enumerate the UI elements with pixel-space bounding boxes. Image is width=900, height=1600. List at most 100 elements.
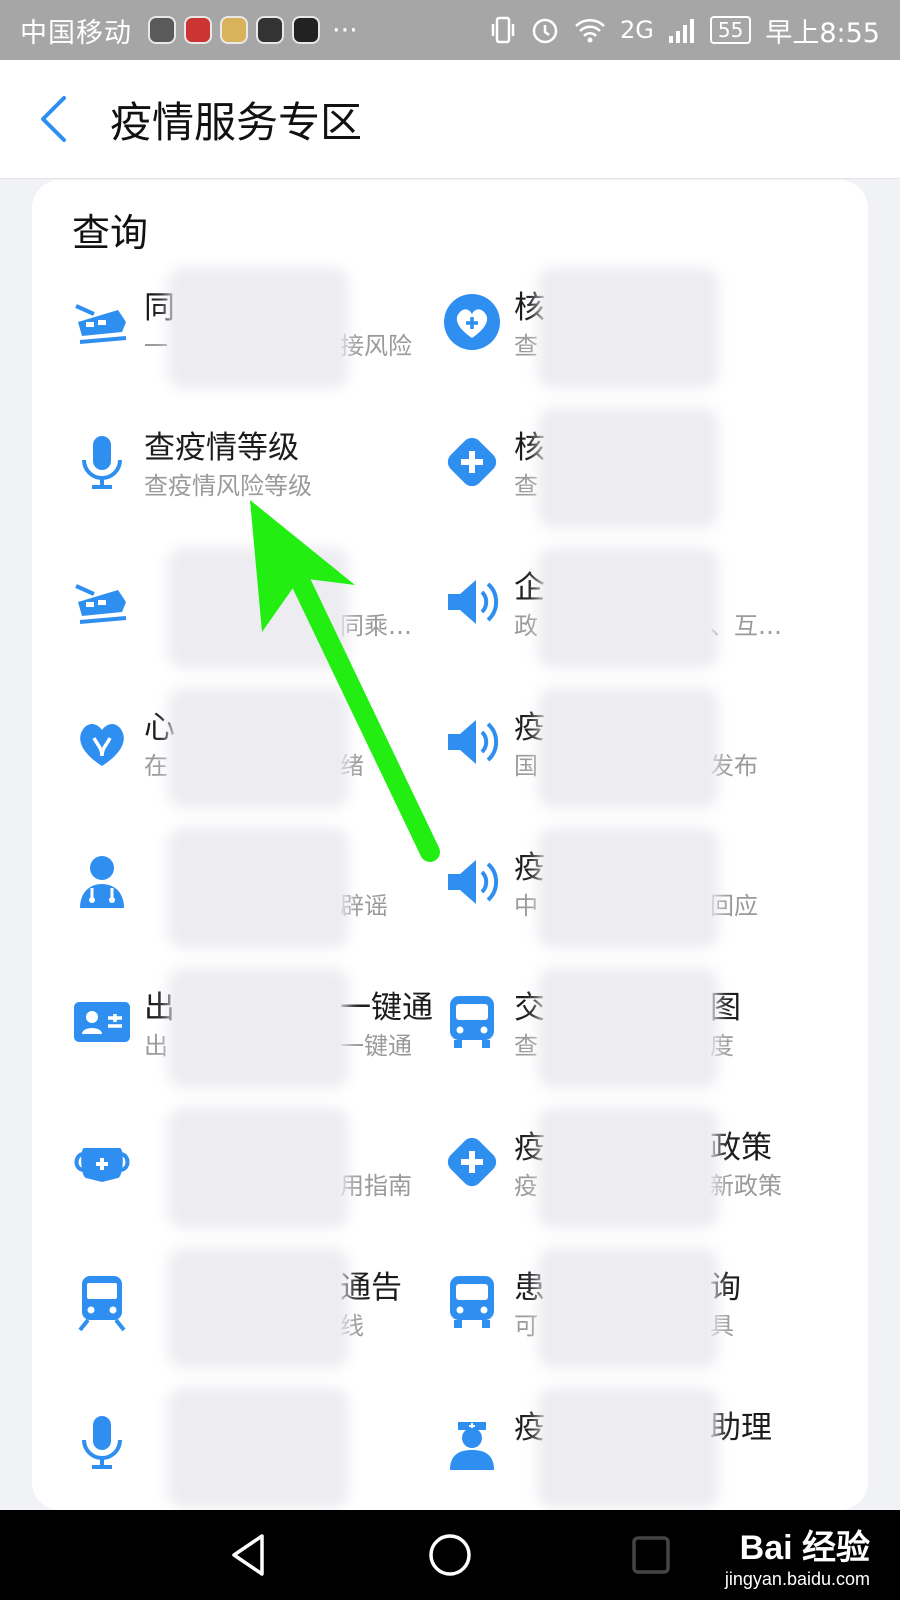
service-item[interactable]: 核查 (402, 270, 802, 390)
blurred-region (548, 1398, 708, 1498)
service-item-subtitle-tail: 度 (710, 1032, 734, 1060)
service-item-title: 患 (514, 1270, 545, 1306)
service-item-subtitle-tail: 绪 (340, 752, 364, 780)
service-item-title: 企 (514, 570, 545, 606)
mask-icon (72, 1132, 132, 1192)
blurred-region (548, 698, 708, 798)
service-item-title-tail: 助理 (710, 1410, 772, 1446)
blurred-region (548, 278, 708, 378)
network-type: 2G (620, 16, 654, 44)
bus-icon (442, 1272, 502, 1332)
notification-icons (148, 16, 320, 44)
recents-nav-icon[interactable] (628, 1532, 674, 1578)
service-item-subtitle: 查 (514, 472, 538, 500)
vibrate-icon (491, 16, 515, 44)
blurred-region (178, 1398, 338, 1498)
service-item[interactable]: 疫国 发布 (402, 690, 802, 810)
status-bar: 中国移动 ··· 2G 55 早上8:55 (0, 0, 900, 60)
signal-icon (668, 19, 694, 43)
service-item[interactable]: 心在 绪 (32, 690, 432, 810)
service-item-title: 疫 (514, 850, 545, 886)
blurred-region (548, 1258, 708, 1358)
blurred-region (178, 838, 338, 938)
blurred-region (548, 838, 708, 938)
clock: 早上8:55 (765, 17, 880, 49)
app-notification-icon (148, 16, 176, 44)
chevron-left-icon (41, 96, 66, 142)
wifi-icon (575, 19, 605, 43)
service-item[interactable]: 企政 、互… (402, 550, 802, 670)
back-button[interactable] (38, 89, 78, 149)
alarm-icon (532, 18, 558, 44)
service-item-title: 查疫情等级 (144, 430, 299, 466)
app-notification-icon (184, 16, 212, 44)
blurred-region (178, 278, 338, 378)
more-notifications: ··· (332, 14, 358, 46)
service-item[interactable]: 患可 询具 (402, 1250, 802, 1370)
service-item-title-tail: 政策 (710, 1130, 772, 1166)
medical-cross-icon (442, 1132, 502, 1192)
section-title: 查询 (72, 211, 149, 255)
medical-cross-icon (442, 432, 502, 492)
service-item-title: 同 (144, 290, 175, 326)
service-item-title-tail: 图 (710, 990, 741, 1026)
service-item-subtitle-tail: 线 (340, 1312, 364, 1340)
service-item[interactable]: 疫 助理 (402, 1390, 802, 1510)
blurred-region (178, 558, 338, 658)
service-item[interactable]: 出出一键通 一键通 (32, 970, 433, 1090)
service-item[interactable]: 疫中 回应 (402, 830, 802, 950)
watermark-logo-text: Bai 经验 (739, 1529, 870, 1567)
service-item-title: 疫 (514, 1410, 545, 1446)
service-item-title: 核 (514, 430, 545, 466)
service-item[interactable]: 用指南 (32, 1110, 432, 1230)
metro-icon (72, 1272, 132, 1332)
speaker-icon (442, 712, 502, 772)
home-nav-icon[interactable] (427, 1532, 473, 1578)
service-item-subtitle: 查疫情风险等级 (144, 472, 312, 500)
service-item-title: 交 (514, 990, 545, 1026)
service-item-subtitle-tail: 发布 (710, 752, 758, 780)
service-item-title: 心 (144, 710, 175, 746)
service-item[interactable]: 交查 图度 (402, 970, 802, 1090)
service-item[interactable]: 同乘… (32, 550, 432, 670)
header-bar: 疫情服务专区 (0, 60, 900, 179)
service-item-title: 疫 (514, 1130, 545, 1166)
service-item[interactable]: 同一接风险 (32, 270, 432, 390)
page-title: 疫情服务专区 (110, 97, 363, 147)
watermark-url: jingyan.baidu.com (724, 1569, 870, 1589)
service-item-subtitle: 国 (514, 752, 538, 780)
service-item-subtitle: 出 (144, 1032, 168, 1060)
service-item-title: 出 (144, 990, 175, 1026)
service-item[interactable]: 疫疫 政策 新政策 (402, 1110, 802, 1230)
blurred-region (178, 698, 338, 798)
service-item-subtitle: 可 (514, 1312, 538, 1340)
speaker-icon (442, 852, 502, 912)
service-item-title-tail: 通告 (340, 1270, 402, 1306)
service-item-subtitle: 一 (144, 332, 168, 360)
watermark: Bai 经验 jingyan.baidu.com (725, 1510, 870, 1600)
service-item[interactable] (32, 1390, 432, 1510)
service-item[interactable]: 查疫情等级查疫情风险等级 (32, 410, 432, 530)
train-icon (72, 572, 132, 632)
service-item-subtitle-tail: 回应 (710, 892, 758, 920)
microphone-icon (72, 1412, 132, 1472)
service-item-subtitle: 中 (514, 892, 538, 920)
service-item[interactable]: 辟谣 (32, 830, 432, 950)
service-item[interactable]: 核查 (402, 410, 802, 530)
nurse-icon (442, 1412, 502, 1472)
service-item-subtitle: 政 (514, 612, 538, 640)
service-item-subtitle-tail: 、互… (710, 612, 782, 640)
blurred-region (548, 418, 708, 518)
service-item[interactable]: 通告线 (32, 1250, 432, 1370)
service-item-subtitle: 查 (514, 1032, 538, 1060)
service-item-title: 核 (514, 290, 545, 326)
blurred-region (548, 1118, 708, 1218)
carrier-name: 中国移动 (20, 17, 132, 49)
blurred-region (178, 1258, 338, 1358)
blurred-region (178, 978, 338, 1078)
app-notification-icon (220, 16, 248, 44)
blurred-region (548, 978, 708, 1078)
bus-icon (442, 992, 502, 1052)
heart-plus-icon (442, 292, 502, 352)
back-nav-icon[interactable] (226, 1532, 272, 1578)
